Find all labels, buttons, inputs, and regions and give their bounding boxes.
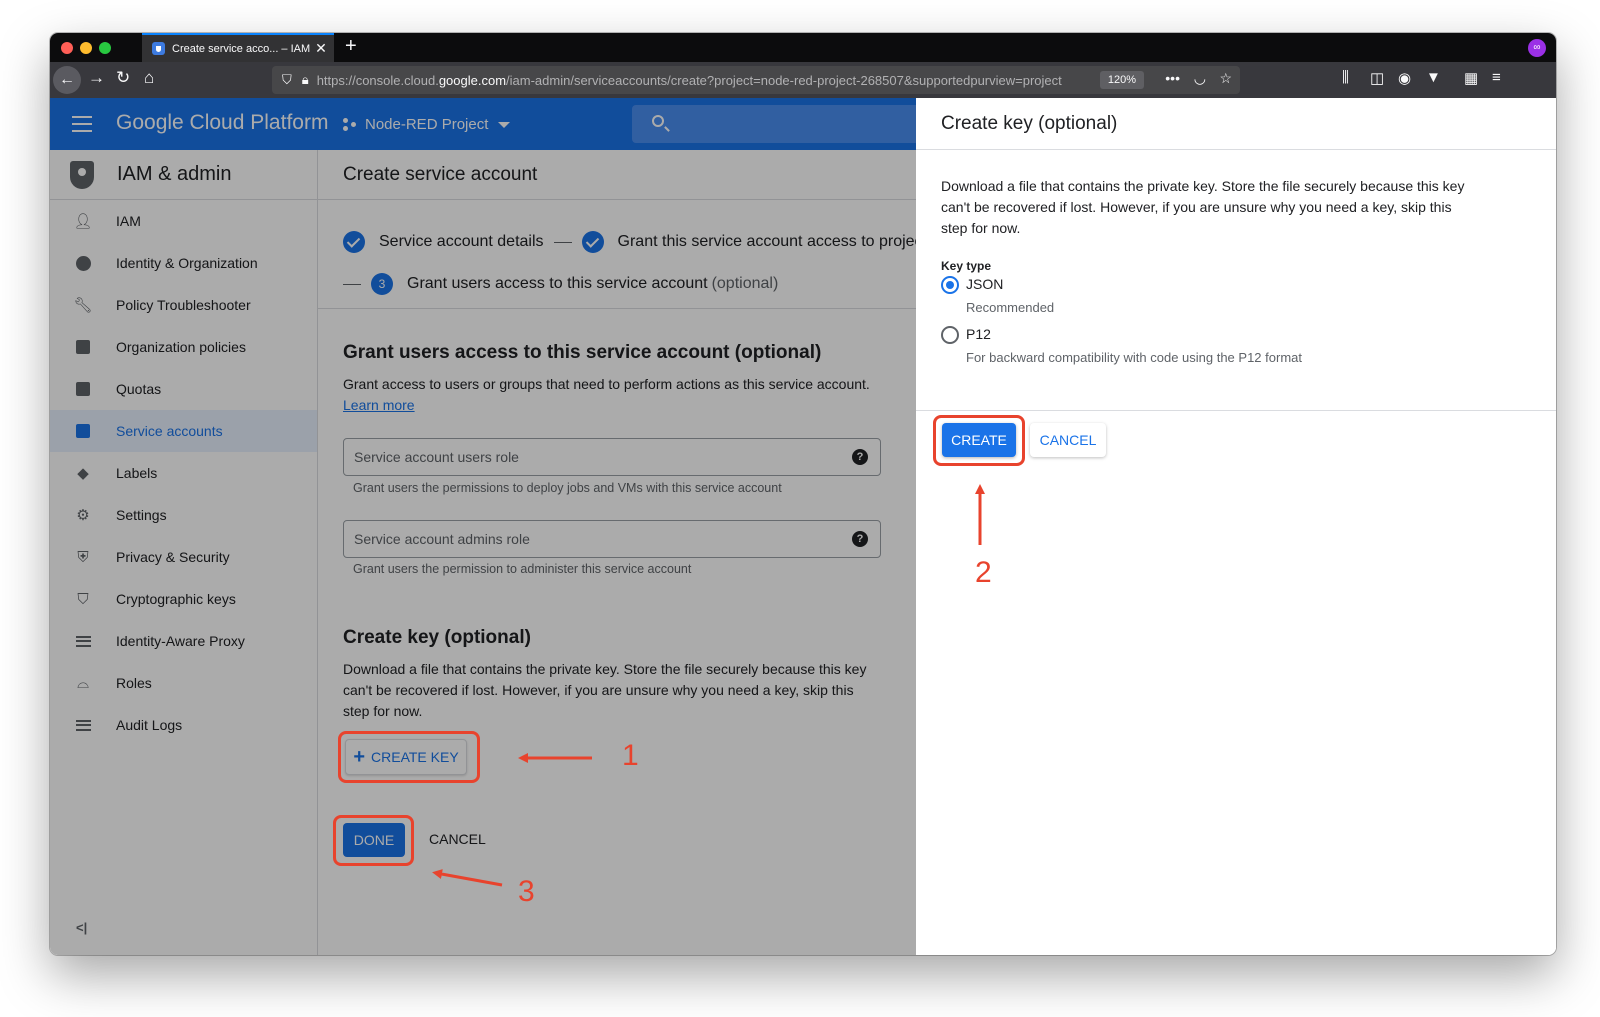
minimize-window-button[interactable] [80, 42, 92, 54]
annotation-number-3: 3 [518, 875, 535, 908]
highlight-done [333, 815, 414, 866]
close-tab-icon[interactable]: ✕ [312, 40, 330, 57]
extension-icon[interactable]: ▼ [1426, 69, 1441, 86]
annotation-number-1: 1 [622, 739, 639, 772]
sidebar-icon[interactable]: ◫ [1370, 69, 1384, 87]
library-icon[interactable]: ⫼ [1342, 69, 1349, 86]
create-key-panel: Create key (optional) Download a file th… [916, 98, 1556, 955]
modal-scrim[interactable] [50, 98, 916, 955]
pocket-icon[interactable]: ◡ [1194, 70, 1206, 87]
key-type-label: Key type [941, 259, 992, 273]
highlight-create [933, 415, 1025, 466]
url-bar[interactable]: ⛉ 🔒︎ https://console.cloud. google.com/ia… [272, 66, 1240, 94]
panel-description: Download a file that contains the privat… [941, 178, 1465, 236]
shield-favicon-icon [152, 42, 165, 55]
tab-bar: Create service acco... – IAM & a ✕ + ∞ [50, 33, 1556, 62]
json-radio[interactable] [941, 276, 959, 294]
navigation-bar: ← → ↻ ⌂ ⛉ 🔒︎ https://console.cloud. googl… [50, 62, 1556, 98]
bookmark-star-icon[interactable]: ☆ [1219, 70, 1232, 87]
url-prefix: https://console.cloud. [316, 72, 439, 88]
home-icon[interactable]: ⌂ [144, 68, 154, 88]
p12-label[interactable]: P12 [966, 326, 991, 342]
p12-sub-label: For backward compatibility with code usi… [966, 350, 1302, 365]
back-icon[interactable]: ← [53, 66, 81, 94]
forward-icon[interactable]: → [88, 68, 105, 88]
cloud-console: Google Cloud Platform Node-RED Project I… [50, 98, 1556, 955]
p12-radio[interactable] [941, 326, 959, 344]
account-icon[interactable]: ◉ [1398, 69, 1411, 87]
browser-window: Create service acco... – IAM & a ✕ + ∞ ←… [50, 33, 1556, 955]
url-host: google.com [438, 72, 507, 88]
reload-icon[interactable]: ↻ [116, 68, 130, 88]
highlight-create-key [338, 731, 480, 783]
browser-tab[interactable]: Create service acco... – IAM & a ✕ [142, 33, 334, 62]
addons-icon[interactable]: ▦ [1464, 69, 1478, 87]
tracking-shield-icon[interactable]: ⛉ [282, 72, 292, 88]
json-sub-label: Recommended [966, 300, 1055, 315]
private-browsing-icon: ∞ [1528, 39, 1546, 57]
menu-icon[interactable]: ≡ [1492, 69, 1501, 86]
panel-title: Create key (optional) [916, 98, 1556, 150]
json-label[interactable]: JSON [966, 276, 1003, 292]
panel-cancel-button[interactable]: CANCEL [1030, 423, 1106, 457]
url-path: /iam-admin/serviceaccounts/create?projec… [506, 72, 1062, 88]
more-actions-icon[interactable]: ••• [1165, 70, 1180, 86]
lock-icon: 🔒︎ [301, 72, 309, 87]
zoom-level[interactable]: 120% [1099, 71, 1144, 89]
panel-divider [916, 410, 1556, 411]
new-tab-icon[interactable]: + [345, 35, 357, 58]
annotation-number-2: 2 [975, 556, 992, 589]
tab-title: Create service acco... – IAM & a [172, 42, 312, 55]
zoom-window-button[interactable] [99, 42, 111, 54]
close-window-button[interactable] [61, 42, 73, 54]
